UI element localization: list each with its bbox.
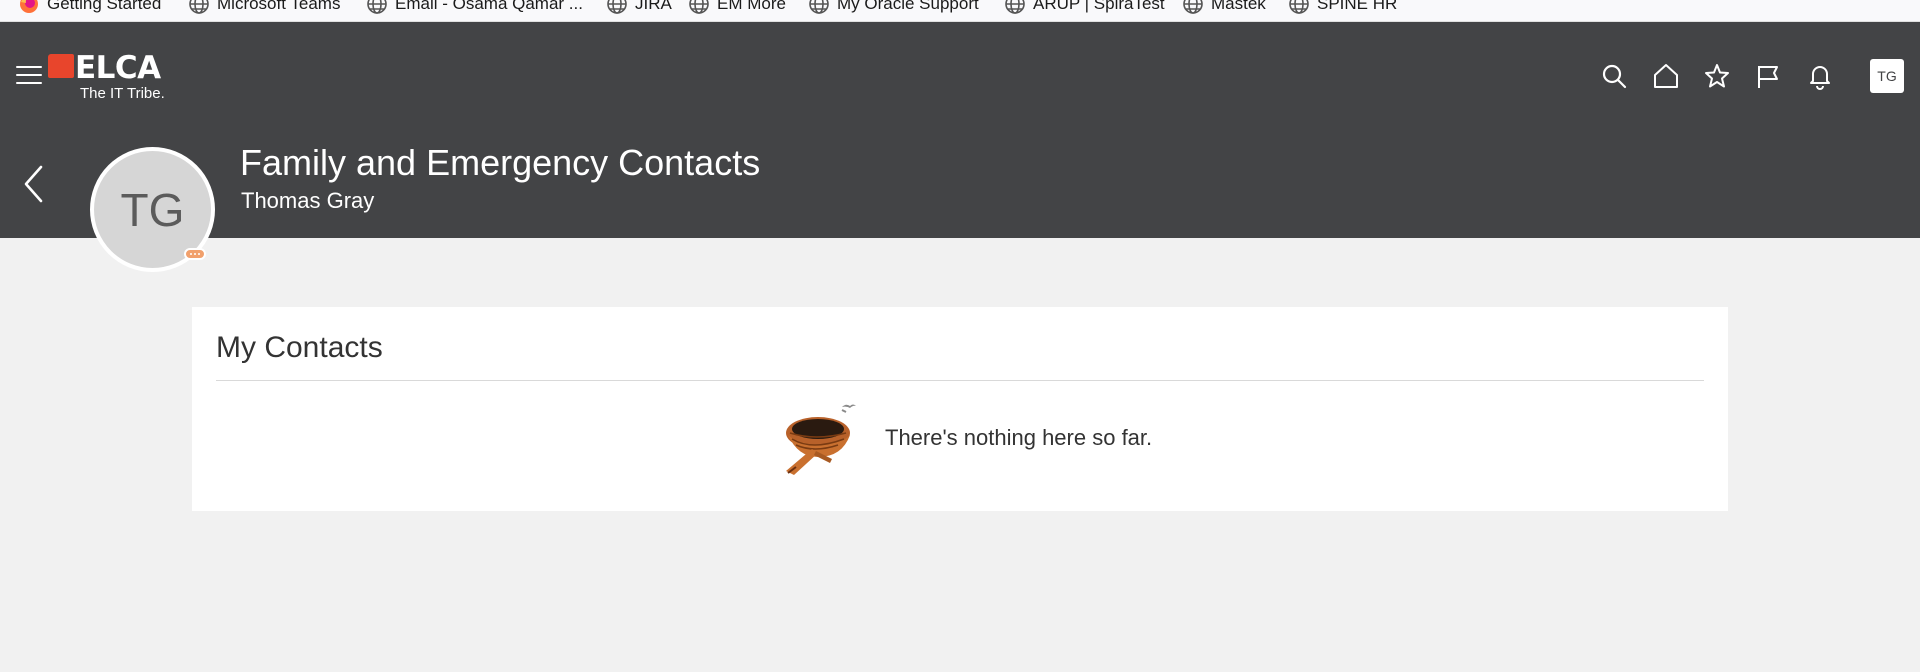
search-icon[interactable] xyxy=(1600,62,1628,90)
globe-icon xyxy=(1005,0,1025,14)
divider xyxy=(216,380,1704,381)
presence-badge[interactable] xyxy=(184,248,206,260)
page-header: Family and Emergency Contacts Thomas Gra… xyxy=(0,131,1920,238)
bookmark-arup-spiratest[interactable]: ARUP | SpiraTest xyxy=(1004,0,1165,15)
menu-icon[interactable] xyxy=(16,66,42,88)
globe-icon xyxy=(1183,0,1203,14)
bookmark-label: Mastek xyxy=(1211,0,1266,13)
back-arrow-icon[interactable] xyxy=(22,164,46,204)
bookmark-label: ARUP | SpiraTest xyxy=(1033,0,1165,13)
person-name: Thomas Gray xyxy=(241,188,375,213)
bookmark-label: My Oracle Support xyxy=(837,0,979,13)
bookmark-label: Microsoft Teams xyxy=(217,0,341,13)
globe-icon xyxy=(189,0,209,14)
bookmark-label: EM More xyxy=(717,0,786,13)
globe-icon xyxy=(809,0,829,14)
user-menu-avatar[interactable]: TG xyxy=(1870,59,1904,93)
bookmark-label: SPINE HR xyxy=(1317,0,1398,13)
globe-icon xyxy=(367,0,387,14)
globe-icon xyxy=(689,0,709,14)
bookmark-label: JIRA xyxy=(635,0,672,13)
page-title: Family and Emergency Contacts xyxy=(240,142,761,183)
my-contacts-card: My Contacts There's nothing here so far. xyxy=(192,307,1728,511)
bookmark-jira[interactable]: JIRA xyxy=(606,0,672,15)
globe-icon xyxy=(1289,0,1309,14)
home-icon[interactable] xyxy=(1652,62,1680,90)
bookmark-em-more[interactable]: EM More xyxy=(688,0,786,15)
globe-icon xyxy=(607,0,627,14)
bookmark-spine-hr[interactable]: SPINE HR xyxy=(1288,0,1397,15)
empty-nest-icon xyxy=(786,404,856,475)
bookmark-mastek[interactable]: Mastek xyxy=(1182,0,1266,15)
bookmark-label: Email - Osama Qamar ... xyxy=(395,0,583,13)
logo-mark xyxy=(48,54,74,78)
bookmark-email[interactable]: Email - Osama Qamar ... xyxy=(366,0,583,15)
bookmark-getting-started[interactable]: Getting Started xyxy=(18,0,161,15)
section-title: My Contacts xyxy=(216,331,383,364)
global-header: ELCA The IT Tribe. TG xyxy=(0,22,1920,131)
logo-text: ELCA xyxy=(75,50,161,86)
bookmark-microsoft-teams[interactable]: Microsoft Teams xyxy=(188,0,340,15)
bookmarks-bar: Getting Started Microsoft Teams Email - … xyxy=(0,0,1920,22)
firefox-icon xyxy=(20,0,38,13)
favorites-star-icon[interactable] xyxy=(1703,62,1731,90)
elca-logo[interactable]: ELCA The IT Tribe. xyxy=(48,50,178,105)
bookmark-my-oracle-support[interactable]: My Oracle Support xyxy=(808,0,979,15)
bookmark-label: Getting Started xyxy=(47,0,162,13)
empty-state-message: There's nothing here so far. xyxy=(885,425,1153,450)
flag-icon[interactable] xyxy=(1754,62,1782,90)
logo-tagline: The IT Tribe. xyxy=(80,85,165,102)
notifications-bell-icon[interactable] xyxy=(1806,62,1834,90)
